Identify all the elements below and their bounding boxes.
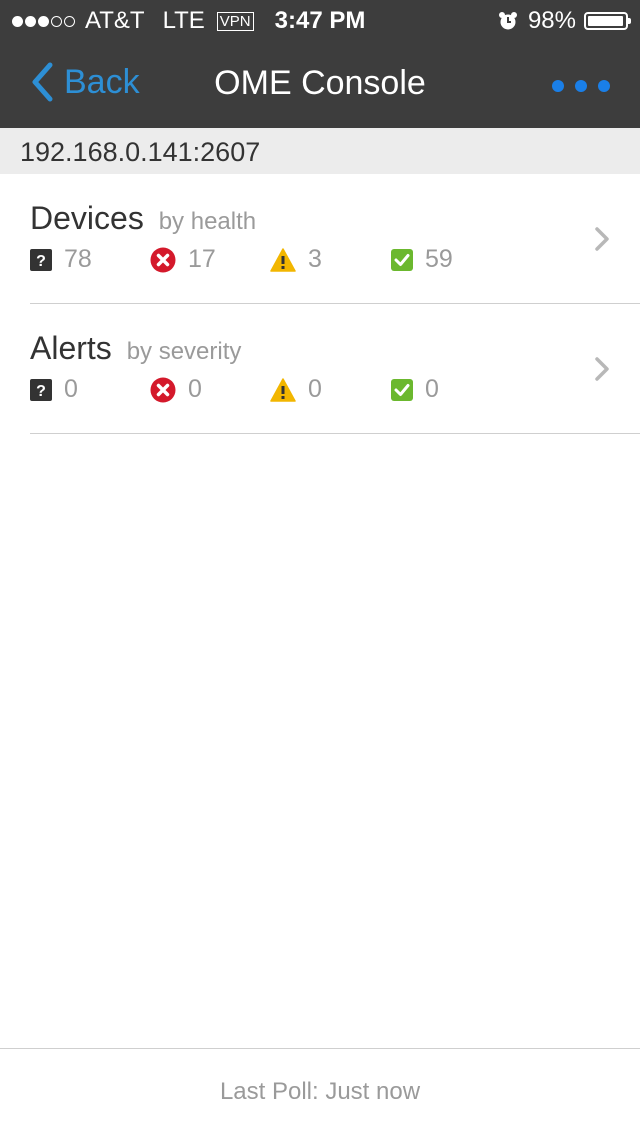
alerts-unknown-count: ? 0 — [30, 375, 78, 404]
devices-subtitle: by health — [158, 208, 257, 235]
devices-heading: Devices by health — [30, 200, 256, 237]
last-poll-footer: Last Poll: Just now — [0, 1048, 640, 1136]
devices-title: Devices — [30, 200, 144, 236]
alerts-heading: Alerts by severity — [30, 330, 241, 367]
devices-critical-count: 17 — [150, 245, 216, 274]
warning-status-icon — [270, 377, 296, 402]
alarm-clock-icon — [498, 11, 518, 31]
alerts-unknown-value: 0 — [64, 375, 78, 403]
ellipsis-icon — [552, 80, 564, 92]
chevron-right-icon — [595, 357, 609, 381]
battery-icon — [584, 12, 631, 30]
alerts-critical-value: 0 — [188, 375, 202, 403]
alerts-title: Alerts — [30, 330, 112, 366]
devices-row[interactable]: Devices by health ? 78 17 3 59 — [30, 174, 640, 304]
devices-normal-value: 59 — [425, 245, 453, 273]
svg-text:?: ? — [36, 383, 46, 400]
devices-critical-value: 17 — [188, 245, 216, 273]
unknown-status-icon: ? — [30, 248, 52, 271]
alerts-critical-count: 0 — [150, 375, 202, 404]
unknown-status-icon: ? — [30, 378, 52, 401]
normal-status-icon — [391, 378, 413, 401]
more-options-button[interactable] — [541, 80, 610, 92]
devices-unknown-count: ? 78 — [30, 245, 92, 274]
alerts-row[interactable]: Alerts by severity ? 0 0 0 0 — [30, 304, 640, 434]
svg-text:?: ? — [36, 253, 46, 270]
navigation-bar: Back OME Console — [0, 40, 640, 128]
devices-warning-count: 3 — [270, 245, 322, 274]
warning-status-icon — [270, 247, 296, 272]
devices-normal-count: 59 — [391, 245, 453, 274]
status-bar: AT&T LTE VPN 3:47 PM 98% — [0, 0, 640, 40]
devices-unknown-value: 78 — [64, 245, 92, 273]
devices-warning-value: 3 — [308, 245, 322, 273]
alerts-warning-value: 0 — [308, 375, 322, 403]
last-poll-text: Last Poll: Just now — [219, 1078, 421, 1105]
screen: AT&T LTE VPN 3:47 PM 98% Back OME Consol… — [0, 0, 640, 1136]
battery-percent: 98% — [527, 7, 576, 34]
alerts-subtitle: by severity — [126, 338, 242, 365]
normal-status-icon — [391, 248, 413, 271]
status-right: 98% — [498, 7, 631, 35]
alerts-normal-count: 0 — [391, 375, 439, 404]
alerts-normal-value: 0 — [425, 375, 439, 403]
critical-status-icon — [150, 377, 176, 403]
chevron-right-icon — [595, 227, 609, 251]
alerts-warning-count: 0 — [270, 375, 322, 404]
critical-status-icon — [150, 247, 176, 273]
host-address: 192.168.0.141:2607 — [0, 128, 640, 174]
